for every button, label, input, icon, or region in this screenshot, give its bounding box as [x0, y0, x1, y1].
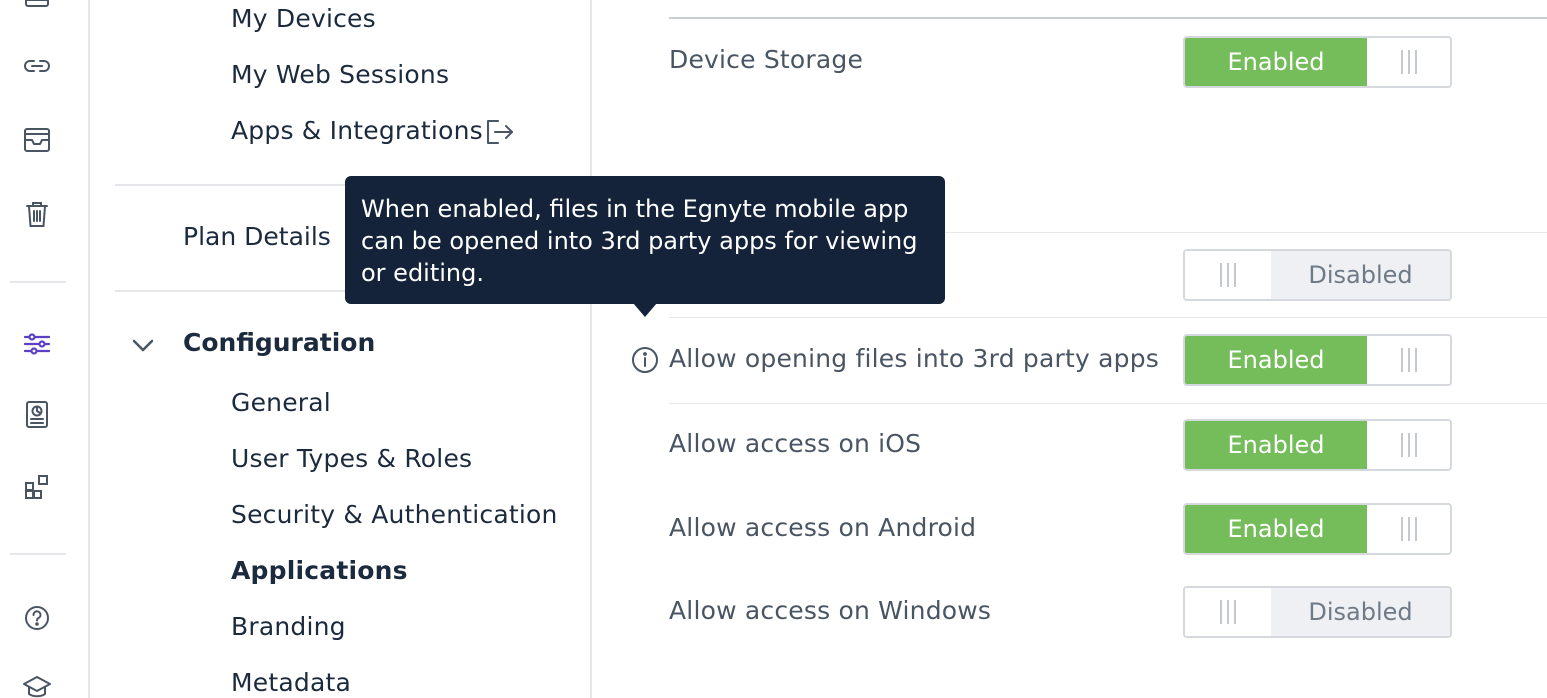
setting-toggle[interactable]: Disabled	[1183, 249, 1452, 301]
settings-nav: My Devices My Web Sessions Apps & Integr…	[92, 0, 592, 698]
link-icon[interactable]	[20, 49, 54, 83]
toggle-grip	[1367, 421, 1450, 469]
toggle-grip	[1185, 251, 1271, 299]
folder-icon[interactable]	[20, 0, 54, 18]
toggle-state: Enabled	[1185, 421, 1367, 469]
nav-section-configuration[interactable]: Configuration	[183, 328, 375, 357]
setting-label: Allow access on Android	[669, 513, 977, 542]
nav-item-general[interactable]: General	[231, 388, 331, 417]
rail-divider	[10, 281, 66, 283]
nav-item-plan-details[interactable]: Plan Details	[183, 222, 331, 251]
tooltip-arrow	[633, 303, 657, 317]
toggle-grip	[1367, 38, 1450, 86]
info-tooltip: When enabled, files in the Egnyte mobile…	[345, 176, 945, 304]
third-party-apps-toggle[interactable]: Enabled	[1183, 334, 1452, 386]
toggle-grip	[1367, 336, 1450, 384]
setting-label: Allow access on iOS	[669, 429, 922, 458]
nav-item-my-web-sessions[interactable]: My Web Sessions	[231, 60, 449, 89]
help-icon[interactable]	[20, 601, 54, 635]
external-link-icon	[487, 120, 513, 144]
row-divider	[669, 403, 1547, 404]
section-divider	[669, 17, 1547, 19]
toggle-state: Enabled	[1185, 505, 1367, 553]
toggle-state: Disabled	[1271, 251, 1450, 299]
toggle-grip	[1185, 588, 1271, 636]
toggle-state: Disabled	[1271, 588, 1450, 636]
row-divider	[669, 317, 1547, 318]
setting-label: Allow opening files into 3rd party apps	[669, 344, 1160, 373]
nav-item-apps-integrations[interactable]: Apps & Integrations	[231, 116, 483, 145]
nav-item-applications[interactable]: Applications	[231, 556, 408, 585]
windows-access-toggle[interactable]: Disabled	[1183, 586, 1452, 638]
nav-item-my-devices[interactable]: My Devices	[231, 4, 376, 33]
applications-settings: Device Storage Enabled Disabled Allow op…	[594, 0, 1547, 698]
inbox-icon[interactable]	[20, 123, 54, 157]
nav-item-security-authentication[interactable]: Security & Authentication	[231, 500, 558, 529]
android-access-toggle[interactable]: Enabled	[1183, 503, 1452, 555]
apps-icon[interactable]	[20, 470, 54, 504]
nav-item-branding[interactable]: Branding	[231, 612, 346, 641]
settings-sliders-icon[interactable]	[20, 327, 54, 361]
trash-icon[interactable]	[20, 197, 54, 231]
ios-access-toggle[interactable]: Enabled	[1183, 419, 1452, 471]
setting-label: Allow access on Windows	[669, 596, 992, 625]
chevron-down-icon[interactable]	[130, 332, 156, 358]
nav-item-metadata[interactable]: Metadata	[231, 668, 351, 697]
nav-item-user-types-roles[interactable]: User Types & Roles	[231, 444, 472, 473]
toggle-state: Enabled	[1185, 336, 1367, 384]
device-storage-toggle[interactable]: Enabled	[1183, 36, 1452, 88]
academy-icon[interactable]	[20, 670, 54, 698]
rail-divider	[10, 553, 66, 555]
toggle-state: Enabled	[1185, 38, 1367, 86]
reports-icon[interactable]	[20, 397, 54, 431]
setting-label: Device Storage	[669, 45, 864, 74]
info-icon[interactable]	[630, 345, 660, 375]
toggle-grip	[1367, 505, 1450, 553]
icon-rail	[0, 0, 90, 698]
